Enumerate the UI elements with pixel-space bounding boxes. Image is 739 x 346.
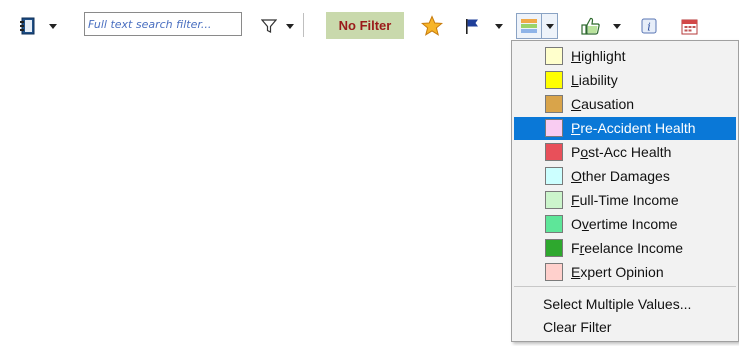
flag-button[interactable] — [461, 14, 483, 38]
no-filter-button[interactable]: No Filter — [326, 12, 404, 39]
color-menu-item-label: Freelance Income — [571, 240, 684, 256]
color-menu-item[interactable]: Highlight — [514, 45, 736, 68]
clear-filter-item[interactable]: Clear Filter — [514, 316, 736, 339]
color-menu-item[interactable]: Causation — [514, 93, 736, 116]
clear-filter-label: Clear Filter — [543, 319, 612, 335]
chevron-down-icon — [495, 23, 503, 29]
color-menu-item-label: Liability — [571, 72, 618, 88]
color-menu-item-label: Post-Acc Health — [571, 144, 672, 160]
color-menu-item-label: Causation — [571, 96, 635, 112]
color-menu-item-label: Expert Opinion — [571, 264, 664, 280]
menu-divider — [514, 286, 736, 287]
color-swatch — [545, 263, 563, 281]
color-stripes-icon — [521, 19, 537, 33]
notebook-icon — [20, 17, 35, 35]
color-menu-item[interactable]: Full-Time Income — [514, 189, 736, 212]
filter-dropdown-caret[interactable] — [284, 20, 296, 32]
star-button[interactable] — [419, 13, 445, 39]
color-swatch — [545, 95, 563, 113]
color-menu-item[interactable]: Pre-Accident Health — [514, 117, 736, 140]
calendar-button[interactable] — [677, 14, 701, 38]
chevron-down-icon — [546, 24, 554, 29]
info-icon: i — [641, 18, 657, 34]
color-menu-item[interactable]: Overtime Income — [514, 213, 736, 236]
color-menu-item-label: Pre-Accident Health — [571, 120, 696, 136]
calendar-icon — [681, 19, 697, 34]
color-menu-item-label: Full-Time Income — [571, 192, 679, 208]
notebook-dropdown-caret[interactable] — [46, 20, 60, 32]
rating-button[interactable] — [578, 13, 604, 39]
color-swatch — [545, 71, 563, 89]
color-menu-item-label: Other Damages — [571, 168, 670, 184]
funnel-icon — [261, 19, 277, 33]
filter-button[interactable] — [257, 14, 281, 38]
color-swatch — [545, 215, 563, 233]
color-swatch — [545, 239, 563, 257]
color-menu-item[interactable]: Freelance Income — [514, 237, 736, 260]
color-category-menu: Highlight Liability Causation Pre-Accident … — [511, 40, 739, 342]
svg-text:i: i — [647, 21, 651, 34]
color-menu-item[interactable]: Expert Opinion — [514, 261, 736, 284]
notebook-button[interactable] — [14, 14, 40, 38]
color-menu-item[interactable]: Other Damages — [514, 165, 736, 188]
color-swatch — [545, 119, 563, 137]
color-menu-item[interactable]: Liability — [514, 69, 736, 92]
flag-dropdown-caret[interactable] — [493, 20, 505, 32]
thumbs-up-icon — [581, 17, 600, 35]
color-menu-item-label: Overtime Income — [571, 216, 678, 232]
color-swatch — [545, 47, 563, 65]
full-text-search-input[interactable] — [88, 14, 238, 35]
info-button[interactable]: i — [637, 14, 661, 38]
color-dropdown-caret[interactable] — [546, 24, 554, 29]
select-multiple-values-label: Select Multiple Values... — [543, 296, 692, 312]
color-category-button[interactable] — [516, 13, 558, 39]
flag-icon — [466, 19, 478, 34]
rating-dropdown-caret[interactable] — [611, 20, 623, 32]
color-swatch — [545, 167, 563, 185]
full-text-search[interactable] — [84, 12, 242, 36]
split-divider — [541, 14, 542, 38]
color-swatch — [545, 143, 563, 161]
chevron-down-icon — [49, 23, 57, 29]
star-icon — [421, 15, 443, 36]
chevron-down-icon — [613, 23, 621, 29]
color-menu-item[interactable]: Post-Acc Health — [514, 141, 736, 164]
chevron-down-icon — [286, 23, 294, 29]
toolbar-separator — [303, 13, 304, 37]
color-swatch — [545, 191, 563, 209]
select-multiple-values-item[interactable]: Select Multiple Values... — [514, 293, 736, 316]
color-menu-item-label: Highlight — [571, 48, 626, 64]
